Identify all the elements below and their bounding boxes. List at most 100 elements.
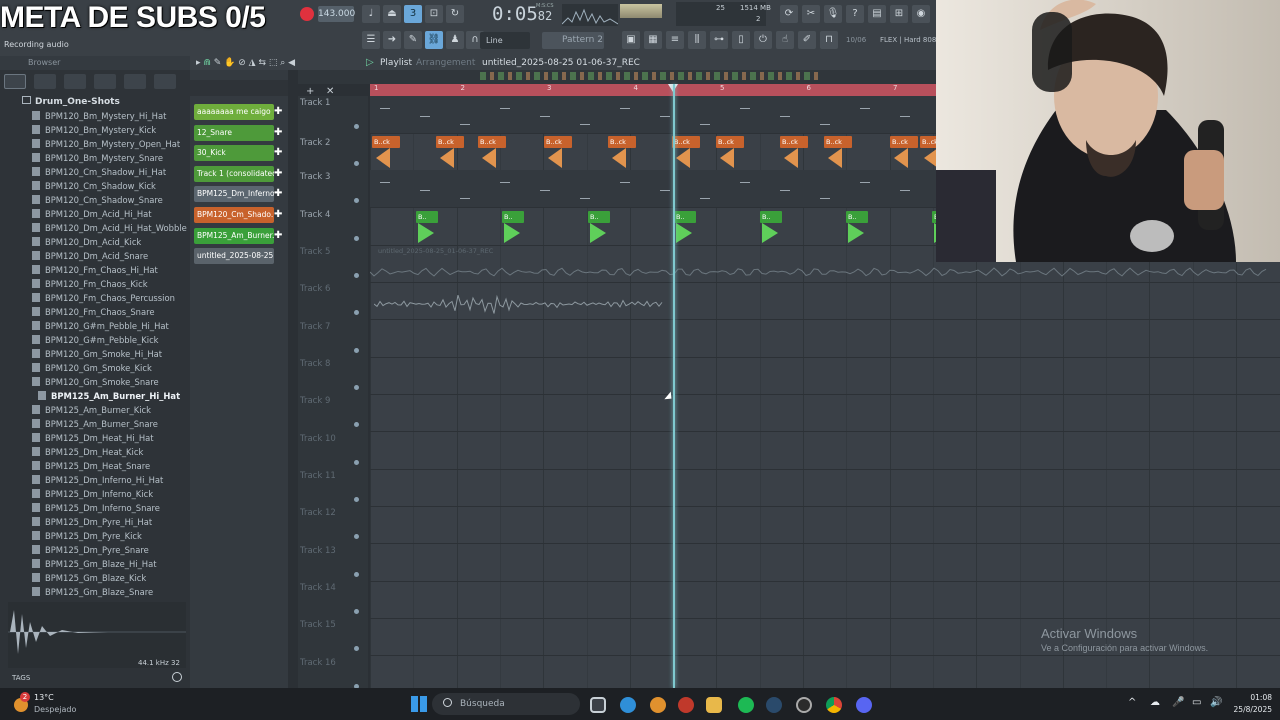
mic-tray-icon[interactable]: 🎤 — [1172, 697, 1184, 708]
picker-item[interactable]: BPM125_Dm_Inferno... — [194, 186, 274, 202]
browser-file-item[interactable]: BPM120_Cm_Shadow_Kick — [32, 179, 156, 193]
browser-file-item[interactable]: BPM120_Fm_Chaos_Hi_Hat — [32, 263, 158, 277]
track-mute-led[interactable] — [354, 497, 359, 502]
browser-file-item[interactable]: BPM120_Dm_Acid_Hi_Hat — [32, 207, 152, 221]
browser-file-item[interactable]: BPM125_Gm_Blaze_Kick — [32, 571, 146, 585]
touch-icon[interactable]: ☝ — [776, 31, 794, 49]
audio-clip-orange[interactable]: B..ck — [544, 136, 572, 148]
browser-file-item[interactable]: BPM125_Am_Burner_Hi_Hat — [38, 389, 180, 403]
microphone-icon[interactable]: 🎙 — [824, 5, 842, 23]
track-name[interactable]: Track 8 — [300, 359, 366, 369]
chrome-icon[interactable] — [826, 697, 842, 713]
browser-file-item[interactable]: BPM120_Cm_Shadow_Hi_Hat — [32, 165, 166, 179]
browser-filter-button[interactable] — [64, 74, 86, 89]
wait-input-button[interactable]: ⏏ — [383, 5, 401, 23]
tempo-display[interactable]: 143.000 — [318, 6, 354, 22]
picker-item[interactable]: BPM120_Cm_Shado... — [194, 207, 274, 223]
audio-clip-green[interactable]: B.. — [760, 211, 782, 223]
picker-item[interactable]: 30_Kick — [194, 145, 274, 161]
record-button[interactable] — [300, 7, 314, 21]
track-mute-led[interactable] — [354, 646, 359, 651]
track-name[interactable]: Track 7 — [300, 322, 366, 332]
display-icon[interactable]: ▭ — [1192, 697, 1201, 708]
piano-roll-icon[interactable]: ▦ — [644, 31, 662, 49]
browser-file-item[interactable]: BPM125_Dm_Pyre_Hi_Hat — [32, 515, 152, 529]
picker-item[interactable]: aaaaaaaa me caigo — [194, 104, 274, 120]
media-icon[interactable] — [678, 697, 694, 713]
track-mute-led[interactable] — [354, 422, 359, 427]
browser-file-item[interactable]: BPM120_Bm_Mystery_Kick — [32, 123, 156, 137]
track-mute-led[interactable] — [354, 385, 359, 390]
browser-file-item[interactable]: BPM125_Gm_Blaze_Snare — [32, 585, 153, 599]
weather-temp[interactable]: 13°C — [34, 693, 54, 702]
metronome-button[interactable]: ♩ — [362, 5, 380, 23]
countdown-button[interactable]: 3 — [404, 5, 422, 23]
track-name[interactable]: Track 3 — [300, 172, 366, 182]
playhead[interactable] — [673, 84, 675, 688]
obs-icon[interactable] — [796, 697, 812, 713]
add-icon[interactable]: ✚ — [274, 207, 284, 223]
audio-clip-green[interactable]: B.. — [416, 211, 438, 223]
track-name[interactable]: Track 13 — [300, 546, 366, 556]
picker-item[interactable]: untitled_2025-08-25 01-... — [194, 248, 274, 264]
refresh-icon[interactable]: ⟳ — [780, 5, 798, 23]
track-mute-led[interactable] — [354, 273, 359, 278]
audio-clip-green[interactable]: B.. — [502, 211, 524, 223]
audio-clip-orange[interactable]: B..ck — [478, 136, 506, 148]
browser-file-item[interactable]: BPM120_Bm_Mystery_Open_Hat — [32, 137, 180, 151]
browser-file-item[interactable]: BPM125_Dm_Inferno_Snare — [32, 501, 160, 515]
track-name[interactable]: Track 10 — [300, 434, 366, 444]
browser-file-item[interactable]: BPM125_Dm_Heat_Snare — [32, 459, 150, 473]
audio-clip-orange[interactable]: B..ck — [672, 136, 700, 148]
track-mute-led[interactable] — [354, 609, 359, 614]
spotify-icon[interactable] — [738, 697, 754, 713]
mixer-icon[interactable]: ✂ — [802, 5, 820, 23]
plugin-icon[interactable]: ⊞ — [890, 5, 908, 23]
add-icon[interactable]: ✚ — [274, 125, 284, 141]
browser-file-item[interactable]: BPM125_Dm_Heat_Kick — [32, 445, 143, 459]
track-name[interactable]: Track 14 — [300, 583, 366, 593]
track-mute-led[interactable] — [354, 460, 359, 465]
browser-file-item[interactable]: BPM125_Dm_Heat_Hi_Hat — [32, 431, 154, 445]
browser-file-item[interactable]: BPM125_Dm_Inferno_Hi_Hat — [32, 473, 163, 487]
search-icon[interactable] — [172, 672, 182, 682]
browser-file-item[interactable]: BPM120_Fm_Chaos_Percussion — [32, 291, 175, 305]
browser-file-item[interactable]: BPM125_Dm_Pyre_Kick — [32, 529, 142, 543]
mixer-faders-icon[interactable]: ⫼ — [688, 31, 706, 49]
browser-file-item[interactable]: BPM120_Bm_Mystery_Hi_Hat — [32, 109, 166, 123]
edge-icon[interactable] — [620, 697, 636, 713]
audio-clip-orange[interactable]: B..ck — [372, 136, 400, 148]
track-mute-led[interactable] — [354, 534, 359, 539]
chat-icon[interactable]: ◉ — [912, 5, 930, 23]
magnet-tool-icon[interactable]: ⋒ — [203, 58, 211, 68]
audio-clip-orange[interactable]: B..ck — [780, 136, 808, 148]
step-edit-button[interactable]: ⊡ — [425, 5, 443, 23]
file-explorer-icon[interactable] — [706, 697, 722, 713]
picker-item[interactable]: Track 1 (consolidated) — [194, 166, 274, 182]
browser-file-item[interactable]: BPM120_Fm_Chaos_Snare — [32, 305, 155, 319]
audio-clip-green[interactable]: B.. — [588, 211, 610, 223]
link-icon[interactable]: ⛓ — [425, 31, 443, 49]
help-icon[interactable]: ? — [846, 5, 864, 23]
playlist-icon[interactable]: ☰ — [362, 31, 380, 49]
volume-icon[interactable]: 🔊 — [1210, 697, 1222, 708]
track-name[interactable]: Track 15 — [300, 620, 366, 630]
browser-star-button[interactable] — [154, 74, 176, 89]
picker-item[interactable]: 12_Snare — [194, 125, 274, 141]
browser-plugin-button[interactable] — [94, 74, 116, 89]
pattern-add-icon[interactable]: ▣ — [622, 31, 640, 49]
add-icon[interactable]: ✚ — [274, 228, 284, 244]
browser-file-item[interactable]: BPM125_Gm_Blaze_Hi_Hat — [32, 557, 157, 571]
browser-file-item[interactable]: BPM120_Gm_Smoke_Snare — [32, 375, 159, 389]
network-icon[interactable]: ☁ — [1150, 697, 1160, 708]
arrow-right-icon[interactable]: ➜ — [383, 31, 401, 49]
track-mute-led[interactable] — [354, 236, 359, 241]
pattern-selector[interactable]: Pattern 2 — [542, 32, 604, 49]
timeline-ruler[interactable]: 1234567 — [370, 84, 936, 96]
snap-select[interactable]: Line — [480, 32, 530, 49]
browser-file-item[interactable]: BPM125_Dm_Inferno_Kick — [32, 487, 153, 501]
add-icon[interactable]: ✚ — [274, 186, 284, 202]
audio-clip-green[interactable]: B.. — [674, 211, 696, 223]
browser-file-item[interactable]: BPM120_Cm_Shadow_Snare — [32, 193, 163, 207]
track-mute-led[interactable] — [354, 161, 359, 166]
